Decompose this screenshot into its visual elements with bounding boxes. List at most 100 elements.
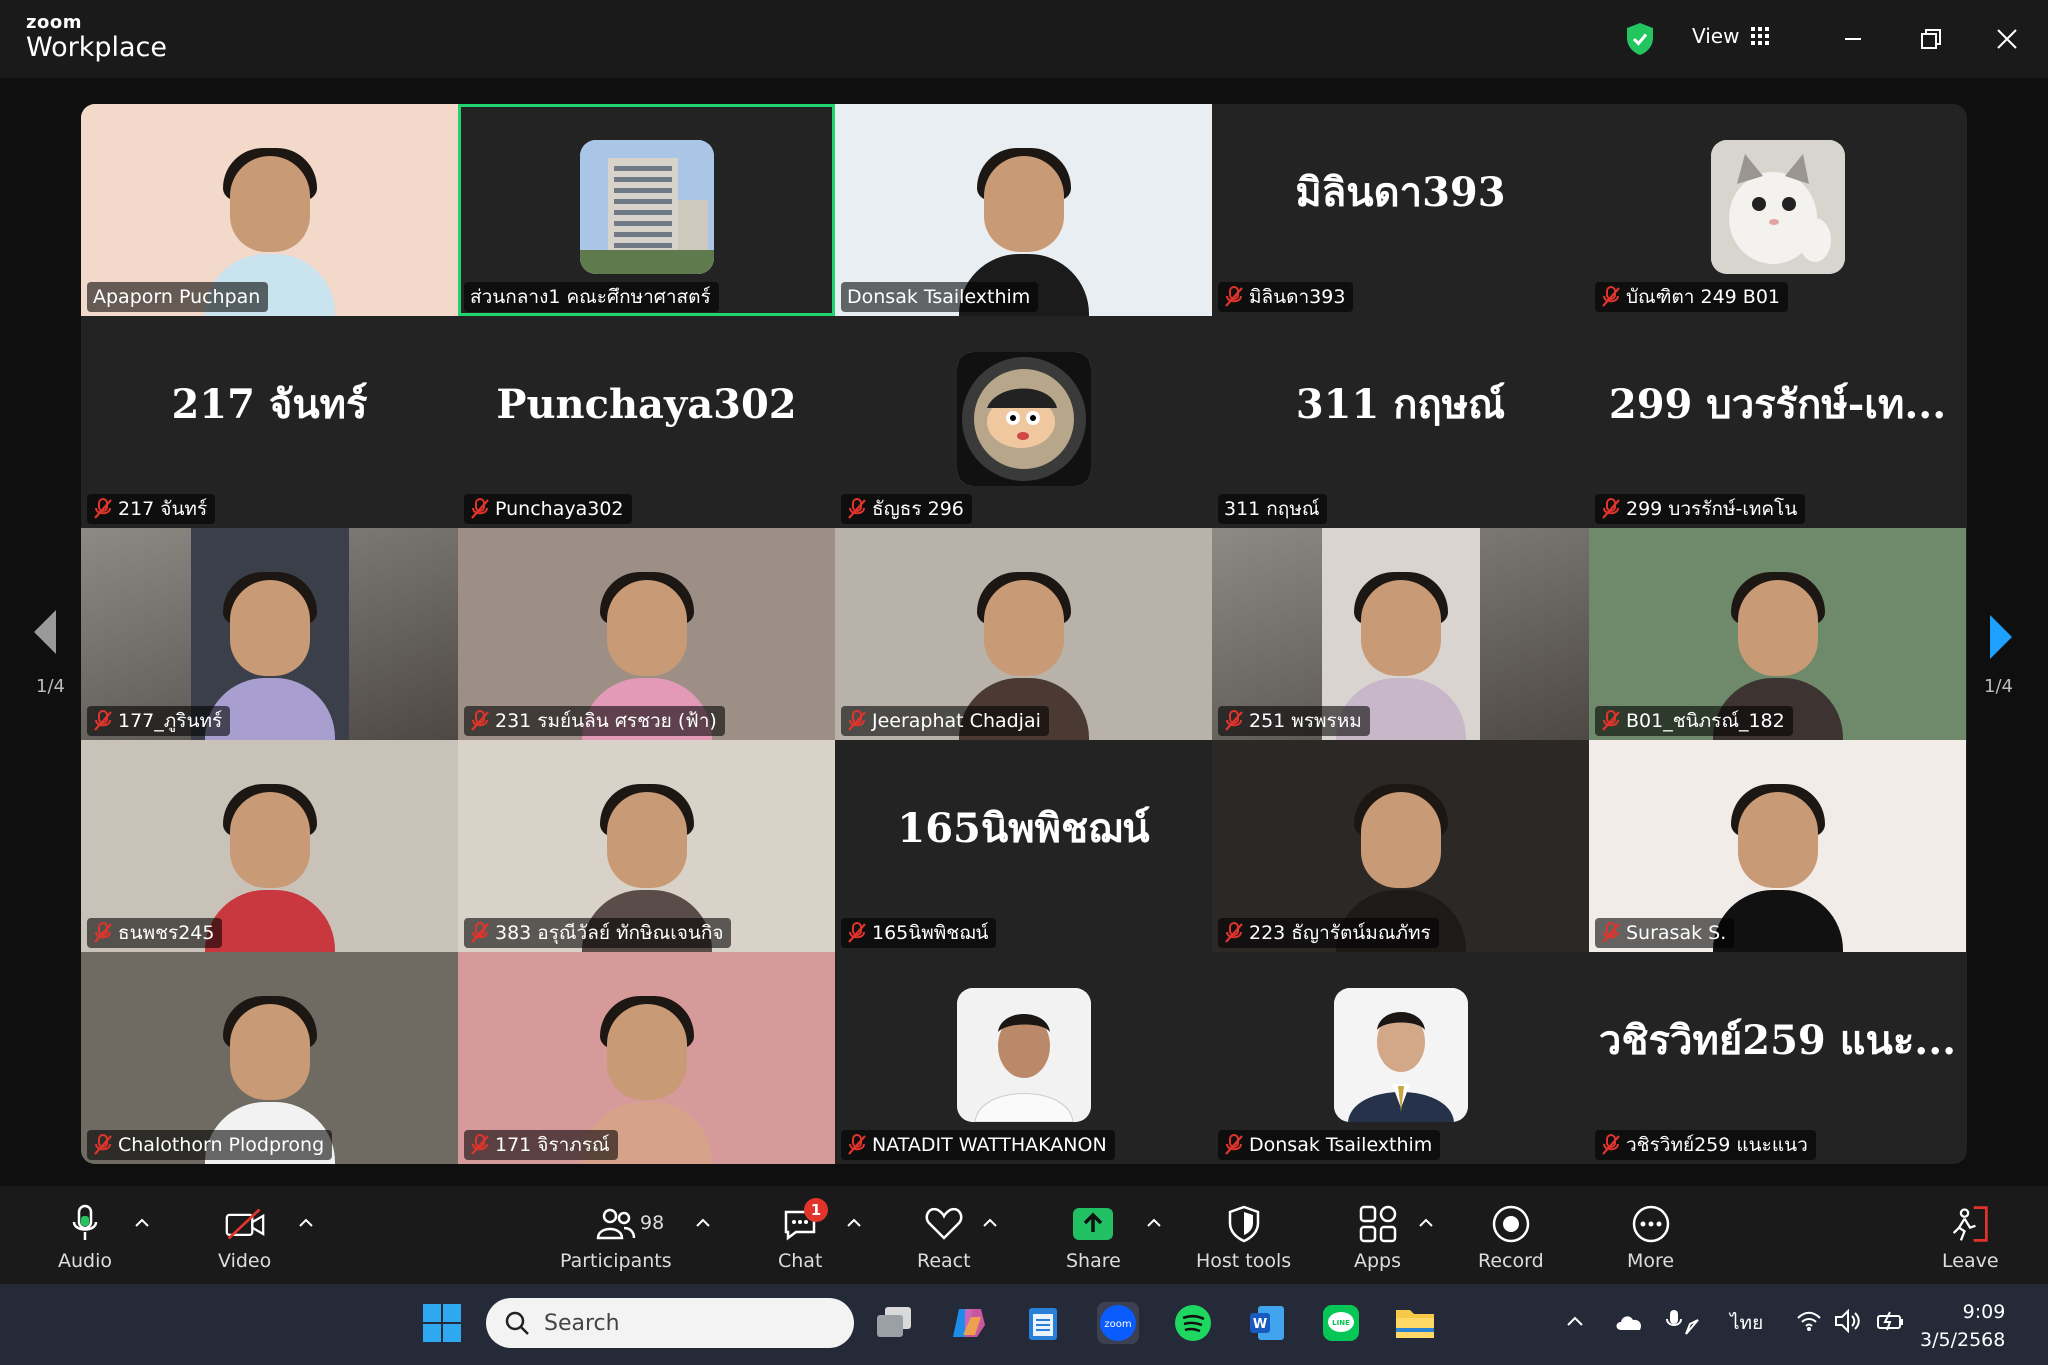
encryption-shield-icon[interactable] xyxy=(1625,22,1655,56)
folder-icon xyxy=(1396,1310,1434,1338)
zoom-logo: zoom Workplace xyxy=(26,12,167,62)
participant-tile[interactable]: ส่วนกลาง1 คณะศึกษาศาสตร์ xyxy=(458,104,835,316)
participant-name-label: 165นิพพิชฌน์ xyxy=(841,918,997,948)
participant-tile[interactable]: ธนพชร245 xyxy=(81,740,458,952)
participant-tile[interactable]: 251 พรพรหม xyxy=(1212,528,1589,740)
participant-name-label: Jeeraphat Chadjai xyxy=(841,706,1049,736)
view-button[interactable]: View xyxy=(1692,24,1770,48)
more-button[interactable]: More xyxy=(1627,1204,1674,1272)
system-clock[interactable]: 9:09 3/5/2568 xyxy=(1920,1298,2005,1354)
share-button[interactable]: Share xyxy=(1066,1204,1121,1272)
video-button[interactable]: Video xyxy=(218,1204,271,1272)
participant-tile[interactable]: Punchaya302 Punchaya302 xyxy=(458,316,835,528)
microphone-location-icon[interactable] xyxy=(1666,1308,1700,1336)
show-hidden-icons-chevron-icon[interactable] xyxy=(1566,1315,1584,1327)
react-options-chevron-icon[interactable] xyxy=(982,1216,998,1228)
participant-name: Jeeraphat Chadjai xyxy=(872,710,1041,732)
apps-icon xyxy=(1359,1205,1396,1243)
participant-name-label: 223 ธัญารัตน์มณภัทร xyxy=(1218,918,1439,948)
minimize-button[interactable] xyxy=(1836,22,1870,56)
file-explorer-button[interactable] xyxy=(1394,1302,1436,1344)
participant-tile[interactable]: Surasak S. xyxy=(1589,740,1966,952)
participant-tile[interactable]: 171 จิราภรณ์ xyxy=(458,952,835,1164)
participant-tile[interactable]: 299 บวรรักษ์-เท... 299 บวรรักษ์-เทคโน xyxy=(1589,316,1966,528)
participant-tile[interactable]: B01_ชนิภรณ์_182 xyxy=(1589,528,1966,740)
participant-name: 251 พรพรหม xyxy=(1249,710,1362,732)
participant-tile[interactable]: NATADIT WATTHAKANON xyxy=(835,952,1212,1164)
participant-display-name: Punchaya302 xyxy=(496,380,797,428)
participant-name: NATADIT WATTHAKANON xyxy=(872,1134,1107,1156)
participant-tile[interactable]: 217 จันทร์ 217 จันทร์ xyxy=(81,316,458,528)
audio-options-chevron-icon[interactable] xyxy=(134,1216,150,1228)
participant-name: Punchaya302 xyxy=(495,498,624,520)
participant-name-label: 311 กฤษณ์ xyxy=(1218,494,1328,524)
volume-icon[interactable] xyxy=(1834,1309,1862,1333)
react-button[interactable]: React xyxy=(917,1204,971,1272)
task-view-button[interactable] xyxy=(874,1302,916,1344)
participant-tile[interactable]: Jeeraphat Chadjai xyxy=(835,528,1212,740)
apps-button[interactable]: Apps xyxy=(1354,1204,1401,1272)
start-button[interactable] xyxy=(421,1302,463,1344)
muted-mic-icon xyxy=(471,710,489,731)
share-options-chevron-icon[interactable] xyxy=(1146,1216,1162,1228)
apps-options-chevron-icon[interactable] xyxy=(1418,1216,1434,1228)
participants-options-chevron-icon[interactable] xyxy=(695,1216,711,1228)
previous-page-arrow-icon[interactable] xyxy=(34,610,56,654)
participant-tile[interactable]: Donsak Tsailexthim xyxy=(835,104,1212,316)
brand-small: zoom xyxy=(26,12,82,33)
portrait-suit-photo-icon xyxy=(1333,988,1468,1122)
muted-mic-icon xyxy=(1602,498,1620,519)
participant-tile[interactable]: Donsak Tsailexthim xyxy=(1212,952,1589,1164)
notepad-button[interactable] xyxy=(1022,1302,1064,1344)
participant-name: 223 ธัญารัตน์มณภัทร xyxy=(1249,922,1431,944)
participant-avatar xyxy=(1710,140,1845,274)
audio-label: Audio xyxy=(58,1250,113,1272)
participant-name: 311 กฤษณ์ xyxy=(1224,498,1320,520)
close-button[interactable] xyxy=(1990,22,2024,56)
next-page-arrow-icon[interactable] xyxy=(1990,615,2012,659)
input-language-indicator[interactable]: ไทย xyxy=(1730,1308,1763,1338)
line-button[interactable]: LINE xyxy=(1320,1302,1362,1344)
participant-tile[interactable]: 383 อรุณีวัลย์ ทักษิณเจนกิจ xyxy=(458,740,835,952)
copilot-icon xyxy=(953,1309,985,1337)
more-icon xyxy=(1632,1205,1669,1243)
record-button[interactable]: Record xyxy=(1478,1204,1544,1272)
battery-charging-icon[interactable] xyxy=(1876,1310,1906,1332)
participant-tile[interactable]: บัณฑิตา 249 B01 xyxy=(1589,104,1966,316)
video-options-chevron-icon[interactable] xyxy=(298,1216,314,1228)
restore-button[interactable] xyxy=(1914,22,1948,56)
muted-mic-icon xyxy=(94,498,112,519)
spotify-button[interactable] xyxy=(1172,1302,1214,1344)
participant-tile[interactable]: 223 ธัญารัตน์มณภัทร xyxy=(1212,740,1589,952)
participant-tile[interactable]: 311 กฤษณ์ 311 กฤษณ์ xyxy=(1212,316,1589,528)
zoom-taskbar-button[interactable]: zoom xyxy=(1097,1302,1139,1344)
participant-tile[interactable]: 177_ภูรินทร์ xyxy=(81,528,458,740)
word-button[interactable]: W xyxy=(1246,1302,1288,1344)
record-icon xyxy=(1492,1205,1530,1243)
clock-time: 9:09 xyxy=(1962,1301,2006,1323)
participant-name: B01_ชนิภรณ์_182 xyxy=(1626,710,1785,732)
muted-mic-icon xyxy=(94,922,112,943)
participant-display-name: มิลินดา393 xyxy=(1295,169,1506,216)
onedrive-cloud-icon[interactable] xyxy=(1614,1312,1644,1332)
participant-tile[interactable]: Chalothorn Plodprong xyxy=(81,952,458,1164)
host-tools-button[interactable]: Host tools xyxy=(1196,1204,1291,1272)
participant-tile[interactable]: 231 รมย์นลิน ศรชวย (ฟ้า) xyxy=(458,528,835,740)
participant-tile[interactable]: มิลินดา393 มิลินดา393 xyxy=(1212,104,1589,316)
participant-avatar xyxy=(956,988,1091,1122)
copilot-button[interactable] xyxy=(948,1302,990,1344)
taskbar-search-box[interactable]: Search xyxy=(486,1298,854,1348)
participant-tile[interactable]: Apaporn Puchpan xyxy=(81,104,458,316)
wifi-icon[interactable] xyxy=(1796,1310,1822,1332)
participant-name: Donsak Tsailexthim xyxy=(847,286,1031,308)
leave-button[interactable]: Leave xyxy=(1942,1204,1999,1272)
participant-name-label: NATADIT WATTHAKANON xyxy=(841,1130,1115,1160)
video-off-icon xyxy=(225,1208,264,1240)
participant-tile[interactable]: วชิรวิทย์259 แนะ... วชิรวิทย์259 แนะแนว xyxy=(1589,952,1966,1164)
muted-mic-icon xyxy=(1602,922,1620,943)
page-indicator-right: 1/4 xyxy=(1984,676,2013,697)
participant-tile[interactable]: ธัญธร 296 xyxy=(835,316,1212,528)
participant-tile[interactable]: 165นิพพิชฌน์ 165นิพพิชฌน์ xyxy=(835,740,1212,952)
chat-options-chevron-icon[interactable] xyxy=(846,1216,862,1228)
audio-button[interactable]: Audio xyxy=(58,1204,112,1272)
